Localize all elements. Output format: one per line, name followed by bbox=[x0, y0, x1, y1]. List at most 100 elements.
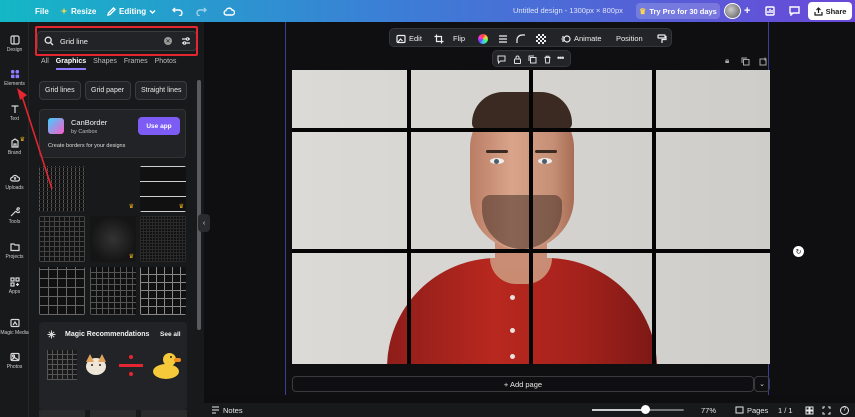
quick-actions-bar: ••• bbox=[492, 50, 571, 67]
grid-graphic-result[interactable]: ♛ bbox=[90, 166, 136, 212]
use-app-button[interactable]: Use app bbox=[138, 117, 180, 135]
grid-graphic-result[interactable] bbox=[39, 216, 85, 262]
corner-rounding-button[interactable] bbox=[516, 29, 526, 48]
add-page-icon[interactable] bbox=[759, 57, 768, 66]
tools-icon bbox=[10, 207, 20, 217]
resize-button[interactable]: Resize bbox=[60, 0, 96, 22]
rail-item-tools[interactable]: Tools bbox=[0, 207, 29, 225]
try-pro-button[interactable]: ♛ Try Pro for 30 days bbox=[636, 3, 720, 19]
add-collaborator-button[interactable]: + bbox=[744, 0, 750, 22]
grid-graphic-result[interactable] bbox=[140, 267, 186, 315]
color-button[interactable] bbox=[478, 29, 488, 48]
notes-button[interactable]: Notes bbox=[211, 403, 243, 417]
edit-button[interactable]: Edit bbox=[396, 29, 422, 48]
avatar[interactable] bbox=[724, 3, 741, 19]
flip-button[interactable]: Flip bbox=[453, 29, 465, 48]
zoom-level[interactable]: 77% bbox=[701, 403, 716, 417]
magic-result-cat[interactable] bbox=[82, 352, 110, 380]
comments-button[interactable] bbox=[789, 0, 800, 22]
chevron-left-icon: ‹ bbox=[202, 219, 206, 227]
document-title[interactable]: Untitled design - 1300px × 800px bbox=[513, 0, 623, 22]
tab-photos[interactable]: Photos bbox=[155, 58, 177, 70]
more-results-row bbox=[39, 410, 187, 417]
top-bar: File Resize Editing Untitled design - 13… bbox=[0, 0, 855, 22]
undo-icon bbox=[172, 7, 183, 16]
tab-frames[interactable]: Frames bbox=[124, 58, 148, 70]
transparency-button[interactable] bbox=[536, 29, 546, 48]
animate-button[interactable]: Animate bbox=[561, 29, 602, 48]
chart-bars-icon bbox=[765, 6, 775, 16]
crown-icon: ♛ bbox=[128, 254, 134, 260]
grid-line-vertical[interactable] bbox=[407, 70, 411, 364]
comment-add-icon[interactable] bbox=[497, 55, 506, 64]
see-all-link[interactable]: See all bbox=[160, 331, 181, 338]
cloud-save-status[interactable] bbox=[223, 0, 235, 22]
more-options-icon[interactable]: ••• bbox=[557, 53, 565, 63]
chip-grid-paper[interactable]: Grid paper bbox=[85, 81, 131, 100]
fullscreen-button[interactable] bbox=[822, 403, 831, 417]
grid-line-vertical[interactable] bbox=[529, 70, 533, 364]
crop-button[interactable] bbox=[434, 29, 444, 48]
page-lock-icon[interactable]: 🔒︎ bbox=[725, 56, 729, 66]
analytics-button[interactable] bbox=[765, 0, 775, 22]
annotation-arrow bbox=[17, 88, 53, 190]
redo-icon bbox=[196, 7, 207, 16]
notes-icon bbox=[212, 406, 219, 414]
add-page-options-button[interactable]: ⌄ bbox=[754, 376, 770, 392]
tab-shapes[interactable]: Shapes bbox=[93, 58, 117, 70]
rotate-handle-icon[interactable]: ↻ bbox=[793, 246, 804, 257]
duplicate-page-icon[interactable] bbox=[741, 57, 750, 66]
grid-graphic-result[interactable]: ♛ bbox=[90, 216, 136, 262]
grid-graphic-result[interactable] bbox=[140, 216, 186, 262]
elements-panel: Grid line ✕ All Graphics Shapes Frames P… bbox=[29, 22, 204, 417]
corner-icon bbox=[516, 33, 525, 43]
position-button[interactable]: Position bbox=[616, 29, 643, 48]
paint-format-button[interactable] bbox=[657, 29, 667, 48]
zoom-slider[interactable] bbox=[592, 405, 684, 414]
editing-mode-dropdown[interactable]: Editing bbox=[107, 0, 156, 22]
grid-graphic-result[interactable] bbox=[39, 267, 85, 315]
magic-result-grid[interactable] bbox=[47, 350, 77, 380]
grid-graphic-result[interactable]: ♛ bbox=[140, 166, 186, 212]
pages-button[interactable]: Pages bbox=[735, 403, 768, 417]
add-page-button[interactable]: + Add page bbox=[292, 376, 754, 392]
collapse-panel-handle[interactable]: ‹ bbox=[198, 214, 210, 232]
magic-recommendations: Magic Recommendations See all bbox=[39, 322, 187, 410]
file-menu[interactable]: File bbox=[35, 0, 49, 22]
redo-button[interactable] bbox=[196, 0, 207, 22]
apps-icon bbox=[9, 277, 20, 287]
left-rail: Design Elements Text Brand ♛ Uploads Too… bbox=[0, 22, 29, 417]
grid-line-vertical[interactable] bbox=[652, 70, 656, 364]
undo-button[interactable] bbox=[172, 0, 183, 22]
crown-icon: ♛ bbox=[178, 204, 184, 210]
zoom-slider-knob[interactable] bbox=[640, 405, 650, 414]
rail-item-elements[interactable]: Elements bbox=[0, 69, 29, 87]
rail-item-design[interactable]: Design bbox=[0, 35, 29, 53]
tab-graphics[interactable]: Graphics bbox=[55, 58, 87, 70]
grid-graphic-result[interactable] bbox=[90, 267, 136, 315]
magic-result-divide[interactable] bbox=[117, 352, 145, 380]
plus-icon: + bbox=[744, 5, 751, 17]
rail-item-magic-media[interactable]: Magic Media bbox=[0, 318, 29, 336]
grid-line-horizontal[interactable] bbox=[292, 249, 770, 253]
line-weight-button[interactable] bbox=[498, 29, 508, 48]
rail-item-photos[interactable]: Photos bbox=[0, 352, 29, 370]
sparkle-icon bbox=[47, 330, 56, 339]
app-author: by Canbox bbox=[71, 129, 98, 135]
design-page[interactable] bbox=[292, 70, 770, 364]
panel-scrollbar[interactable] bbox=[197, 80, 201, 330]
chip-straight-lines[interactable]: Straight lines bbox=[135, 81, 187, 100]
trash-icon[interactable] bbox=[543, 55, 552, 64]
help-button[interactable]: ? bbox=[840, 403, 849, 417]
folder-icon bbox=[9, 243, 20, 252]
grid-view-button[interactable] bbox=[805, 403, 814, 417]
rail-item-projects[interactable]: Projects bbox=[0, 242, 29, 260]
grid-line-horizontal[interactable] bbox=[292, 128, 770, 132]
tab-all[interactable]: All bbox=[41, 58, 49, 70]
help-icon: ? bbox=[840, 405, 849, 415]
duplicate-icon[interactable] bbox=[528, 55, 537, 64]
lock-icon[interactable] bbox=[513, 55, 522, 64]
magic-result-duck[interactable] bbox=[150, 350, 182, 382]
rail-item-apps[interactable]: Apps bbox=[0, 277, 29, 295]
share-button[interactable]: Share bbox=[808, 2, 852, 20]
